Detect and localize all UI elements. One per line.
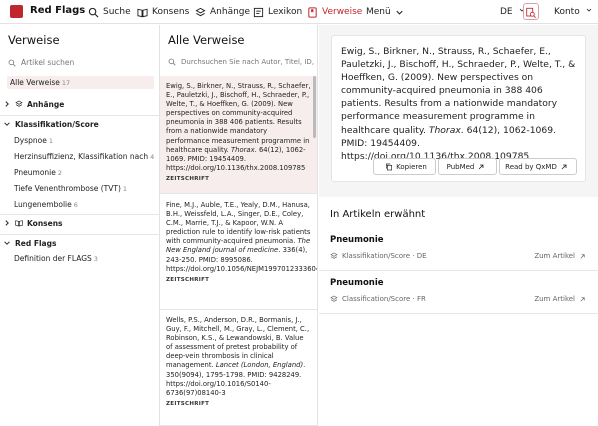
layers-icon <box>330 252 338 259</box>
mentioned-in-articles-section: In Artikeln erwähnt Pneumonie Klassifika… <box>319 197 598 426</box>
chevron-right-icon <box>5 101 9 107</box>
nav-label: Lexikon <box>268 7 303 17</box>
divider <box>0 234 160 235</box>
nav-item-verweise[interactable]: Verweise <box>307 4 362 20</box>
search-button[interactable] <box>523 3 539 20</box>
reference-card[interactable]: Fine, M.J., Auble, T.E., Yealy, D.M., Ha… <box>160 195 317 310</box>
mention-meta: Klassifikation/Score · DE <box>330 252 427 260</box>
book-open-icon <box>137 8 148 17</box>
section-title: In Artikeln erwähnt <box>330 209 426 220</box>
group-anhaenge[interactable]: Anhänge <box>3 97 64 111</box>
lexicon-icon <box>253 7 264 17</box>
sidebar-item-herzinsuffizienz[interactable]: Herzinsuffizienz, Klassifikation nach 4 <box>14 152 154 161</box>
references-list-panel: Alle Verweise Durchsuchen Sie nach Autor… <box>160 25 318 426</box>
list-title: Alle Verweise <box>168 33 245 47</box>
go-to-article-link[interactable]: Zum Artikel <box>534 252 586 260</box>
type-badge: ZEITSCHRIFT <box>166 400 210 407</box>
copy-button[interactable]: Kopieren <box>373 158 436 175</box>
chevron-down-icon <box>586 8 591 12</box>
sidebar-item-dyspnoe[interactable]: Dyspnoe 1 <box>14 136 53 145</box>
reference-search-input[interactable]: Durchsuchen Sie nach Autor, Titel, ID, J… <box>168 55 316 68</box>
sidebar-item-tvt[interactable]: Tiefe Venenthrombose (TVT) 1 <box>14 184 127 193</box>
search-icon <box>168 58 176 66</box>
chevron-down-icon <box>396 10 403 15</box>
type-badge: ZEITSCHRIFT <box>166 276 210 283</box>
doc-search-icon <box>526 7 537 19</box>
group-klassifikation-score[interactable]: Klassifikation/Score <box>3 117 99 131</box>
article-search-input[interactable]: Artikel suchen <box>8 56 153 69</box>
copy-icon <box>386 163 393 170</box>
reference-card[interactable]: Wells, P.S., Anderson, D.R., Bormanis, J… <box>160 310 317 426</box>
arrow-up-right-icon <box>580 253 585 258</box>
search-icon <box>8 59 16 67</box>
account-menu[interactable]: Konto <box>554 6 593 17</box>
search-icon <box>88 7 99 17</box>
nav-label: Verweise <box>322 7 363 17</box>
external-link-icon <box>561 164 567 169</box>
nav-label: Menü <box>366 7 391 17</box>
brand-name[interactable]: Red Flags <box>30 5 85 16</box>
nav-item-anhaenge[interactable]: Anhänge <box>195 4 250 20</box>
group-red-flags[interactable]: Red Flags <box>3 236 56 250</box>
mention-item: Pneumonie Classification/Score · FR Zum … <box>319 274 598 314</box>
nav-label: Suche <box>103 7 131 17</box>
chevron-down-icon <box>4 241 10 245</box>
layers-icon <box>195 7 206 16</box>
language-selector[interactable]: DE <box>500 6 526 17</box>
nav-item-lexikon[interactable]: Lexikon <box>253 4 302 20</box>
references-sidebar: Verweise Artikel suchen Alle Verweise 17 … <box>0 25 160 426</box>
top-bar: Red Flags Suche Konsens Anhänge Lexikon … <box>0 0 598 24</box>
list-scrollbar[interactable] <box>313 76 316 138</box>
divider <box>0 115 160 116</box>
sidebar-title: Verweise <box>8 33 60 47</box>
sidebar-item-definition-der-flags[interactable]: Definition der FLAGS 3 <box>14 254 98 263</box>
go-to-article-link[interactable]: Zum Artikel <box>534 295 586 303</box>
chevron-right-icon <box>5 220 9 226</box>
nav-label: Konsens <box>152 7 190 17</box>
reference-detail-panel: Ewig, S., Birkner, N., Strauss, R., Scha… <box>319 25 598 426</box>
mention-title: Pneumonie <box>330 235 384 245</box>
group-konsens[interactable]: Konsens <box>3 216 63 230</box>
sidebar-item-all-references[interactable]: Alle Verweise 17 <box>7 76 154 89</box>
book-open-icon <box>15 220 23 227</box>
citation-text: Ewig, S., Birkner, N., Strauss, R., Scha… <box>341 46 576 162</box>
layers-icon <box>330 295 338 302</box>
layers-icon <box>15 100 23 107</box>
sidebar-item-pneumonie[interactable]: Pneumonie 2 <box>14 168 62 177</box>
read-by-qxmd-button[interactable]: Read by QxMD <box>499 158 577 175</box>
reference-card[interactable]: Ewig, S., Birkner, N., Strauss, R., Scha… <box>160 76 317 194</box>
nav-label: Anhänge <box>210 7 251 17</box>
pubmed-button[interactable]: PubMed <box>438 158 497 175</box>
mention-meta: Classification/Score · FR <box>330 295 426 303</box>
bookmark-doc-icon <box>308 6 317 18</box>
type-badge: ZEITSCHRIFT <box>166 175 210 182</box>
mention-title: Pneumonie <box>330 278 384 288</box>
nav-item-menu[interactable]: Menü <box>366 4 405 20</box>
nav-item-konsens[interactable]: Konsens <box>137 4 189 20</box>
arrow-up-right-icon <box>580 296 585 301</box>
external-link-icon <box>479 164 484 169</box>
divider <box>0 214 160 215</box>
mention-item: Pneumonie Klassifikation/Score · DE Zum … <box>319 231 598 271</box>
nav-item-suche[interactable]: Suche <box>88 4 131 20</box>
sidebar-item-lungenembolie[interactable]: Lungenembolie 6 <box>14 200 78 209</box>
red-flags-logo-icon[interactable] <box>10 5 23 18</box>
chevron-down-icon <box>4 122 10 126</box>
